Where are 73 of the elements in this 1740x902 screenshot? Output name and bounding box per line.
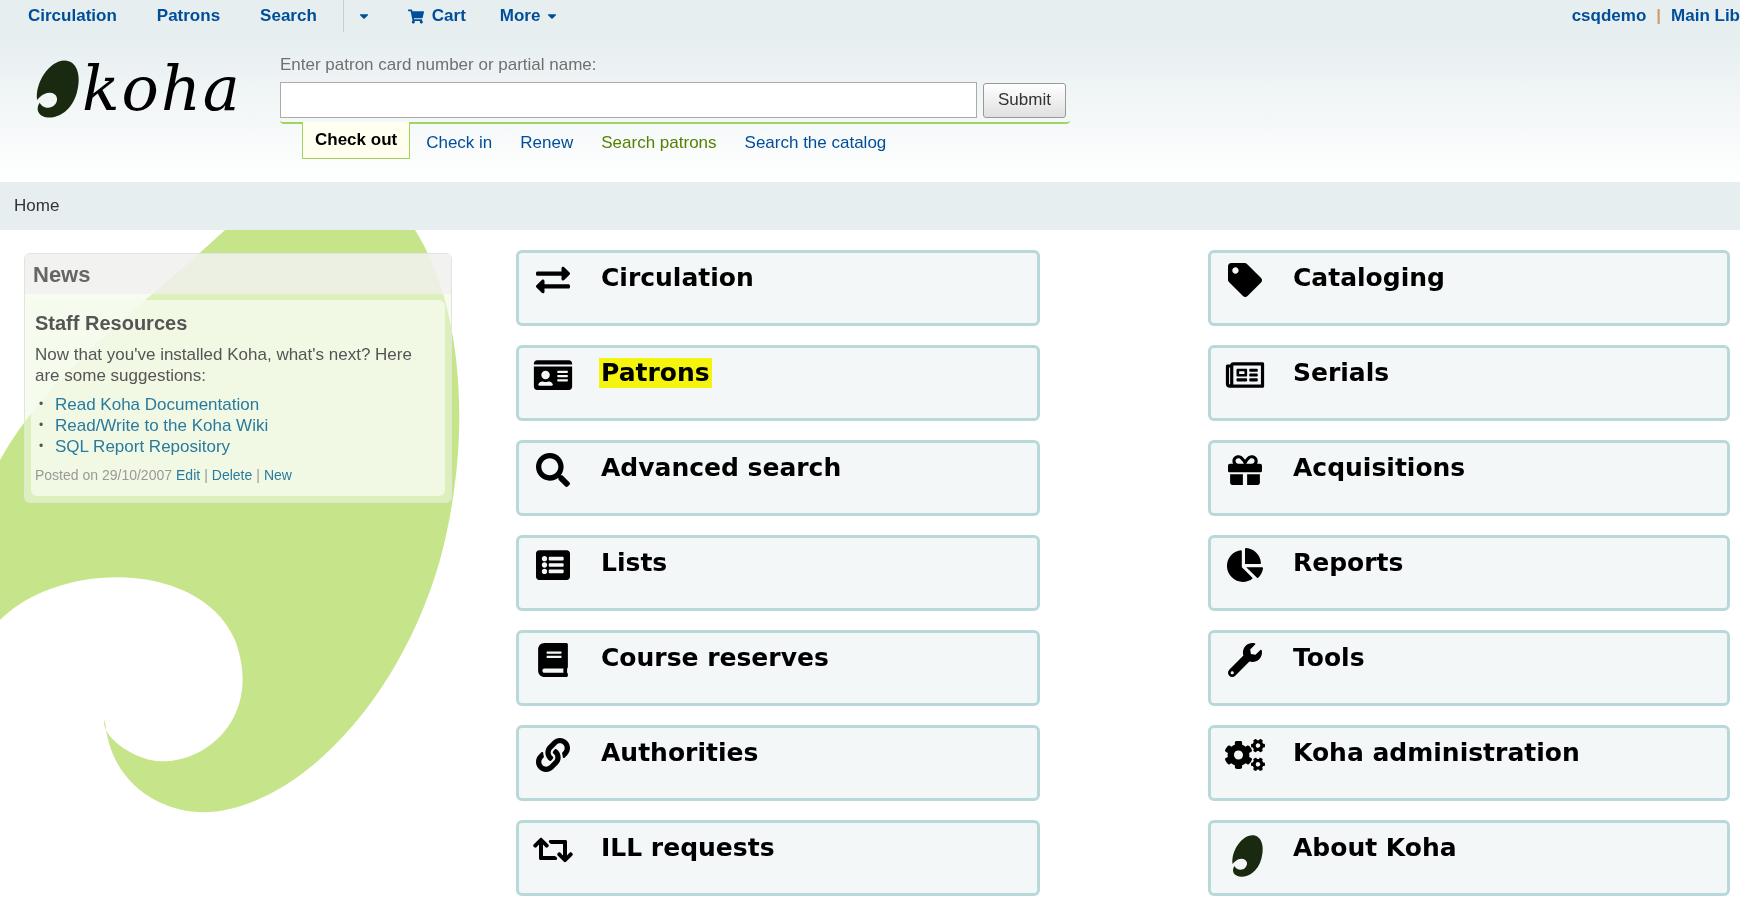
search-tab[interactable]: Search the catalog (732, 124, 899, 161)
module-label: Koha administration (1292, 738, 1581, 768)
module-tile[interactable]: Advanced search (516, 440, 1040, 516)
news-body: Now that you've installed Koha, what's next? Here are some suggestions: (35, 344, 413, 386)
breadcrumb-link[interactable]: Home (14, 193, 60, 219)
module-tile[interactable]: ILL requests (516, 820, 1040, 896)
module-label: ILL requests (600, 833, 776, 863)
bullet-mark: • (39, 396, 45, 413)
separator-text: | (204, 466, 208, 485)
module-label: Acquisitions (1292, 453, 1467, 483)
module-tile[interactable]: Serials (1208, 345, 1730, 421)
bullet-mark: • (39, 417, 45, 434)
search-icon (533, 453, 573, 487)
search-tab[interactable]: Check in (414, 124, 505, 161)
news-action-link[interactable]: Edit (176, 465, 201, 486)
module-label: Tools (1292, 643, 1366, 673)
nav-menu[interactable]: More (499, 3, 559, 29)
field-label: Enter patron card number or partial name: (280, 54, 598, 76)
chain-link-icon (533, 738, 573, 772)
submit-button[interactable]: Submit (983, 82, 1066, 118)
pie-chart-icon (1225, 548, 1265, 582)
module-label: Cataloging (1292, 263, 1446, 293)
wrench-icon (1225, 643, 1265, 677)
module-label: Authorities (600, 738, 760, 768)
news-action-link[interactable]: New (263, 465, 292, 486)
module-label: Circulation (600, 263, 755, 293)
module-tile[interactable]: Acquisitions (1208, 440, 1730, 516)
module-label: Patrons (599, 358, 712, 388)
posted-date: Posted on 29/10/2007 (35, 466, 172, 485)
module-tile[interactable]: Tools (1208, 630, 1730, 706)
module-tile[interactable]: Patrons (516, 345, 1040, 421)
module-label: Serials (1292, 358, 1391, 388)
nav-link[interactable]: Circulation (28, 3, 117, 29)
news-heading: Staff Resources (35, 311, 189, 336)
module-label: About Koha (1292, 833, 1458, 863)
news-link[interactable]: Read Koha Documentation (55, 394, 260, 415)
logo-text: koha (82, 56, 242, 122)
module-tile[interactable]: Authorities (516, 725, 1040, 801)
news-title: News (25, 254, 451, 294)
gift-icon (1225, 453, 1265, 487)
library-link[interactable]: Main Lib (1671, 3, 1740, 29)
cart-icon (407, 8, 424, 24)
cart-link[interactable]: Cart (407, 3, 466, 29)
module-label: Course reserves (600, 643, 830, 673)
module-tile[interactable]: Reports (1208, 535, 1730, 611)
module-tile[interactable]: Course reserves (516, 630, 1040, 706)
nav-link[interactable]: Search (260, 3, 317, 29)
module-label: Reports (1292, 548, 1405, 578)
separator-text: | (1656, 5, 1662, 28)
gears-icon (1225, 738, 1265, 772)
module-tile[interactable]: Circulation (516, 250, 1040, 326)
module-tile[interactable]: About Koha (1208, 820, 1730, 896)
module-tile[interactable]: Cataloging (1208, 250, 1730, 326)
news-action-link[interactable]: Delete (211, 465, 253, 486)
module-tile[interactable]: Koha administration (1208, 725, 1730, 801)
search-tab[interactable]: Search patrons (589, 124, 729, 161)
leaf-logo-icon (1229, 833, 1265, 879)
list-icon (533, 548, 573, 582)
news-link[interactable]: SQL Report Repository (55, 436, 231, 457)
news-link[interactable]: Read/Write to the Koha Wiki (55, 415, 269, 436)
module-tile[interactable]: Lists (516, 535, 1040, 611)
patron-search-field[interactable] (280, 82, 977, 118)
search-tab[interactable]: Check out (302, 122, 411, 159)
user-link[interactable]: csqdemo (1571, 3, 1647, 29)
separator-text: | (256, 466, 260, 485)
koha-logo[interactable]: koha (32, 56, 242, 122)
module-label: Advanced search (600, 453, 843, 483)
search-tab[interactable]: Renew (508, 124, 586, 161)
nav-link[interactable]: Patrons (156, 3, 221, 29)
tag-icon (1225, 263, 1265, 297)
bullet-mark: • (39, 438, 45, 455)
module-label: Lists (600, 548, 669, 578)
id-card-icon (533, 358, 573, 392)
